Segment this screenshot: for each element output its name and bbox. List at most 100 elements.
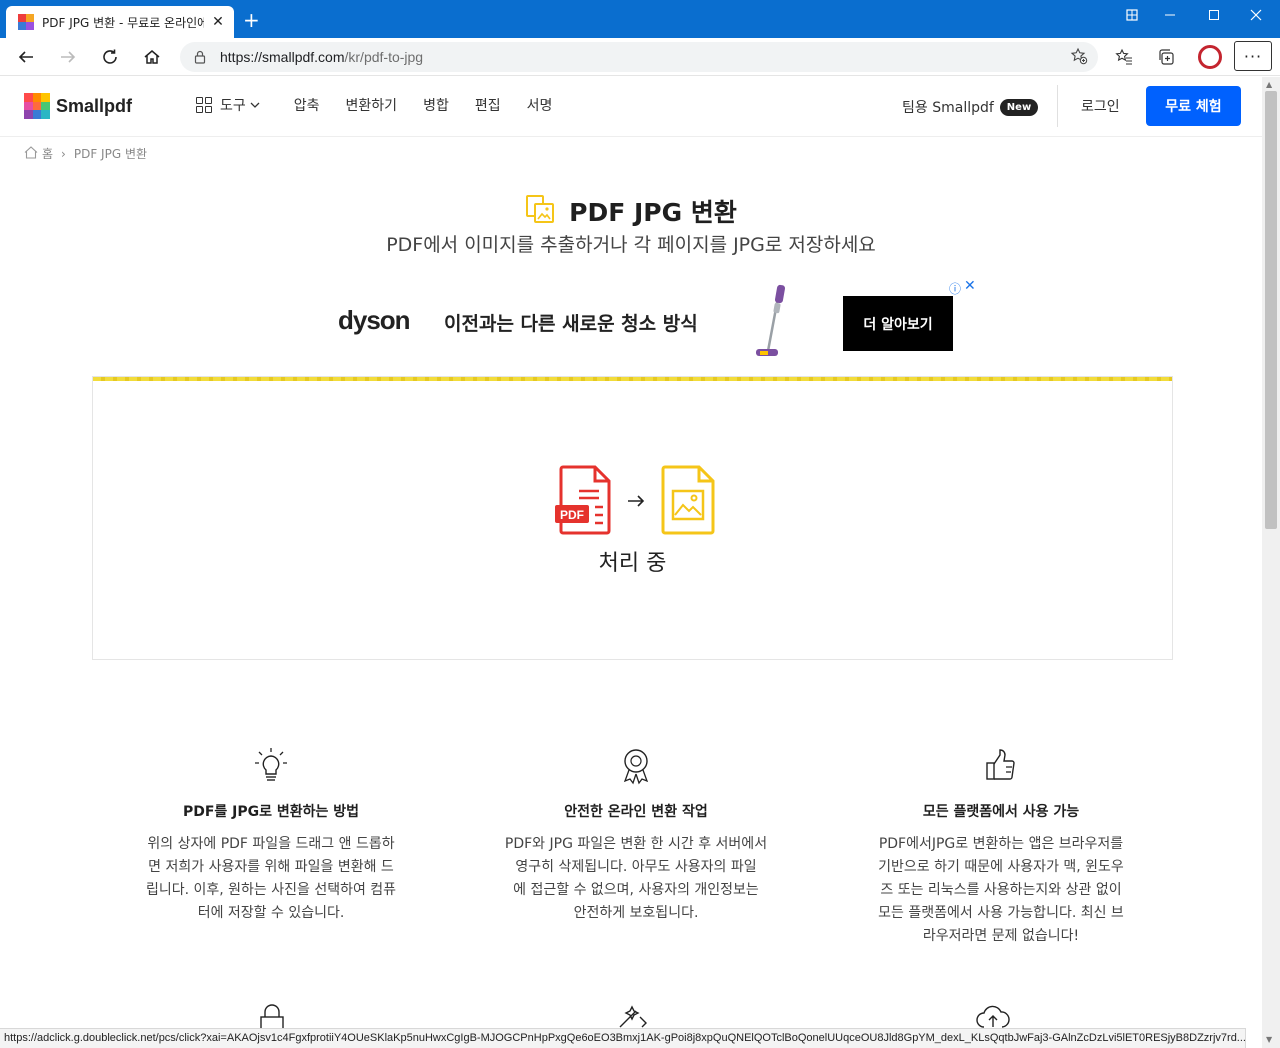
new-badge: New <box>999 98 1039 116</box>
chevron-down-icon <box>250 100 260 111</box>
thumbs-up-icon <box>856 747 1146 787</box>
site-header: Smallpdf 도구 압축 변환하기 병합 편집 서명 팀용 Smallpdf… <box>0 77 1262 137</box>
url-path: /kr/pdf-to-jpg <box>344 49 424 65</box>
ad-close-icon[interactable]: ✕ <box>964 278 976 294</box>
profile-avatar[interactable] <box>1198 45 1222 69</box>
breadcrumb: 홈 › PDF JPG 변환 <box>24 145 147 162</box>
forward-arrow-icon[interactable] <box>54 44 82 70</box>
home-icon[interactable] <box>138 44 166 70</box>
scroll-down-icon[interactable]: ▼ <box>1266 1035 1272 1044</box>
breadcrumb-current: PDF JPG 변환 <box>73 147 148 161</box>
feature-text: PDF와 JPG 파일은 변환 한 시간 후 서버에서 영구히 삭제됩니다. 아… <box>491 833 781 925</box>
feature-line: 면 저희가 사용자를 위해 파일을 변환해 드 <box>148 859 394 875</box>
team-link[interactable]: 팀용 Smallpdf New <box>902 97 1039 117</box>
feature-line: 립니다. 이후, 원하는 사진을 선택하여 컴퓨 <box>145 882 397 898</box>
free-trial-button[interactable]: 무료 체험 <box>1146 86 1241 126</box>
nav-edit[interactable]: 편집 <box>475 95 501 115</box>
new-tab-button[interactable]: + <box>243 10 260 30</box>
smallpdf-logo[interactable]: Smallpdf <box>24 93 132 119</box>
close-window-icon[interactable] <box>1236 0 1276 30</box>
nav-sign[interactable]: 서명 <box>527 95 553 115</box>
feature-line: PDF에서JPG로 변환하는 앱은 브라우저를 <box>878 836 1124 852</box>
favorites-icon[interactable] <box>1110 44 1138 70</box>
feature-line: 영구히 삭제됩니다. 아무도 사용자의 파일 <box>515 859 757 875</box>
browser-toolbar: https://smallpdf.com/kr/pdf-to-jpg <box>0 38 1280 76</box>
breadcrumb-separator: › <box>61 146 66 161</box>
hero-title-row: PDF JPG 변환 <box>0 193 1262 229</box>
pdf-badge-text: PDF <box>560 508 584 522</box>
nav-convert[interactable]: 변환하기 <box>346 95 398 115</box>
smallpdf-logo-icon <box>24 93 50 119</box>
pdf-to-jpg-tool-icon <box>525 194 555 228</box>
feature-line: PDF와 JPG 파일은 변환 한 시간 후 서버에서 <box>504 836 768 852</box>
feature-line: 모든 플랫폼에서 사용 가능합니다. 최신 브 <box>878 905 1124 921</box>
collections-icon[interactable] <box>1152 44 1180 70</box>
nav-merge[interactable]: 병합 <box>423 95 449 115</box>
dyson-ad-banner[interactable]: dyson 이전과는 다른 새로운 청소 방식 더 알아보기 ⓘ ✕ <box>290 277 980 367</box>
vacuum-product-image <box>750 283 790 367</box>
magic-wand-icon <box>616 1003 650 1028</box>
feature-line: 기반으로 하기 때문에 사용자가 맥, 윈도우 <box>878 859 1124 875</box>
jpg-file-icon <box>661 465 717 539</box>
arrow-right-icon <box>627 492 645 513</box>
status-bar-link-preview: https://adclick.g.doubleclick.net/pcs/cl… <box>0 1028 1246 1048</box>
team-label: 팀용 Smallpdf <box>902 100 994 116</box>
feature-text: 위의 상자에 PDF 파일을 드래그 앤 드롭하 면 저희가 사용자를 위해 파… <box>126 833 416 925</box>
tools-grid-icon <box>196 97 212 113</box>
url-text: https://smallpdf.com/kr/pdf-to-jpg <box>220 49 423 65</box>
feature-text: PDF에서JPG로 변환하는 앱은 브라우저를 기반으로 하기 때문에 사용자가… <box>856 833 1146 948</box>
feature-line: 즈 또는 리눅스를 사용하는지와 상관 없이 <box>880 882 1122 898</box>
page-scrollbar[interactable]: ▲ ▼ <box>1262 77 1280 1048</box>
smallpdf-favicon-icon <box>18 14 34 30</box>
nav-tools[interactable]: 도구 <box>196 95 260 115</box>
workspaces-icon[interactable] <box>1112 0 1152 30</box>
logo-text: Smallpdf <box>56 95 133 116</box>
features-section: PDF를 JPG로 변환하는 방법 위의 상자에 PDF 파일을 드래그 앤 드… <box>126 747 1146 948</box>
login-link[interactable]: 로그인 <box>1081 96 1120 116</box>
lock-outline-icon <box>257 1003 287 1028</box>
web-page: Smallpdf 도구 압축 변환하기 병합 편집 서명 팀용 Smallpdf… <box>0 77 1262 1028</box>
feature-line: 안전하게 보호됩니다. <box>573 905 699 921</box>
breadcrumb-home[interactable]: 홈 <box>42 145 53 162</box>
ad-info-icon[interactable]: ⓘ <box>949 280 961 297</box>
more-menu-button[interactable]: ··· <box>1234 41 1272 71</box>
lightbulb-icon <box>126 747 416 787</box>
ad-learn-more-button[interactable]: 더 알아보기 <box>843 296 953 351</box>
main-nav: 도구 압축 변환하기 병합 편집 서명 <box>196 95 578 115</box>
conversion-animation: PDF <box>555 465 717 539</box>
address-bar[interactable]: https://smallpdf.com/kr/pdf-to-jpg <box>180 42 1098 72</box>
feature-platforms: 모든 플랫폼에서 사용 가능 PDF에서JPG로 변환하는 앱은 브라우저를 기… <box>856 747 1146 948</box>
award-icon <box>491 747 781 787</box>
feature-line: 위의 상자에 PDF 파일을 드래그 앤 드롭하 <box>147 836 395 852</box>
browser-tab[interactable]: PDF JPG 변환 - 무료로 온라인에서 ✕ <box>6 6 234 38</box>
back-arrow-icon[interactable] <box>12 44 40 70</box>
feature-security: 안전한 온라인 변환 작업 PDF와 JPG 파일은 변환 한 시간 후 서버에… <box>491 747 781 948</box>
ad-copy: 이전과는 다른 새로운 청소 방식 <box>444 313 698 335</box>
add-favorite-icon[interactable] <box>1070 47 1088 69</box>
header-divider <box>1057 85 1058 127</box>
tab-title: PDF JPG 변환 - 무료로 온라인에서 <box>42 15 204 30</box>
feature-line: 라우저라면 문제 없습니다! <box>922 928 1080 944</box>
scroll-up-icon[interactable]: ▲ <box>1266 80 1272 89</box>
nav-tools-label: 도구 <box>220 98 246 114</box>
reload-icon[interactable] <box>96 44 124 70</box>
progress-bar <box>93 377 1172 381</box>
page-title: PDF JPG 변환 <box>569 198 737 227</box>
minimize-icon[interactable] <box>1150 0 1190 30</box>
feature-title: PDF를 JPG로 변환하는 방법 <box>182 804 360 820</box>
feature-line: 에 접근할 수 없으며, 사용자의 개인정보는 <box>513 882 759 898</box>
conversion-box[interactable]: PDF 처리 중 <box>92 376 1173 660</box>
browser-titlebar: PDF JPG 변환 - 무료로 온라인에서 ✕ + <box>0 0 1280 38</box>
feature-title: 모든 플랫폼에서 사용 가능 <box>922 804 1080 820</box>
tab-close-icon[interactable]: ✕ <box>210 14 226 30</box>
nav-compress[interactable]: 압축 <box>294 95 320 115</box>
cloud-upload-icon <box>975 1003 1011 1028</box>
lock-icon[interactable] <box>194 50 208 64</box>
processing-status: 처리 중 <box>598 551 667 576</box>
maximize-icon[interactable] <box>1194 0 1234 30</box>
home-outline-icon[interactable] <box>24 145 38 162</box>
page-subtitle: PDF에서 이미지를 추출하거나 각 페이지를 JPG로 저장하세요 <box>386 234 876 256</box>
scroll-thumb[interactable] <box>1265 91 1277 529</box>
feature-line: 터에 저장할 수 있습니다. <box>197 905 345 921</box>
ad-brand-logo: dyson <box>338 305 411 335</box>
